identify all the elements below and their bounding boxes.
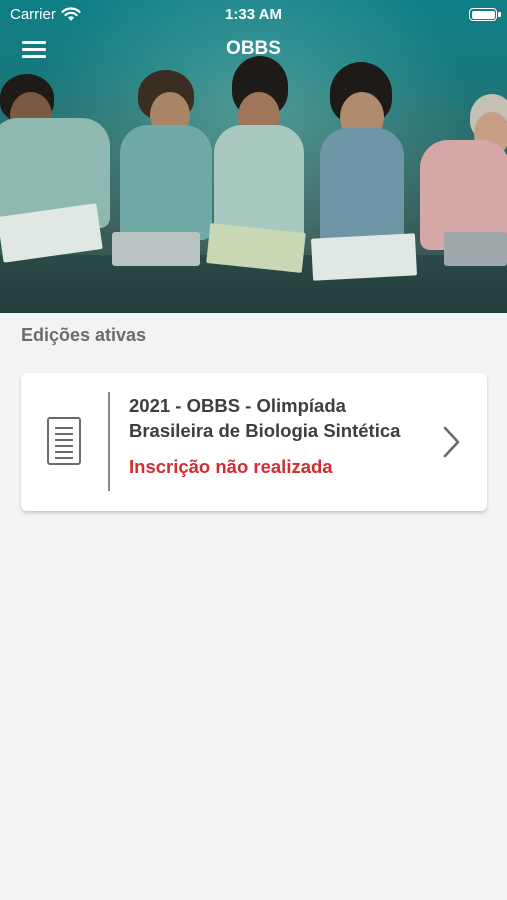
edition-title: 2021 - OBBS - Olimpíada Brasileira de Bi… [129,395,401,441]
page-title: OBBS [226,38,281,59]
status-time: 1:33 AM [225,6,282,23]
battery-icon [469,8,501,21]
edition-card[interactable]: 2021 - OBBS - Olimpíada Brasileira de Bi… [21,373,487,511]
status-bar: Carrier 1:33 AM [0,0,507,28]
chevron-right-icon[interactable] [441,425,463,459]
card-divider [108,392,110,491]
document-icon [47,417,81,465]
edition-status: Inscrição não realizada [129,456,333,477]
section-title: Edições ativas [21,325,147,345]
